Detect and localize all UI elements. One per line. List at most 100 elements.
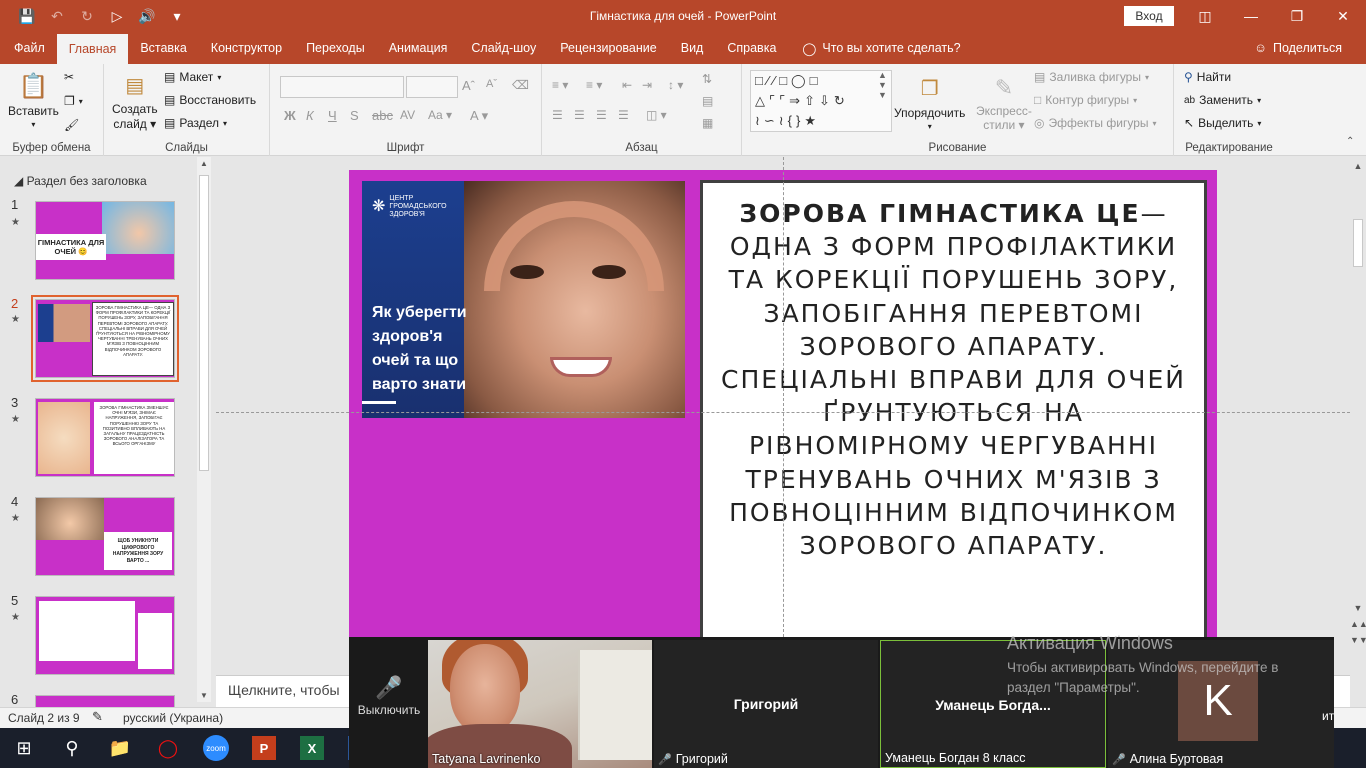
section-button[interactable]: ▤ Раздел ▾	[164, 116, 227, 130]
tab-design[interactable]: Конструктор	[199, 32, 294, 64]
align-right-icon[interactable]: ☰	[596, 108, 607, 122]
participant-tile-grigoriy[interactable]: Григорий 🎤 Григорий	[654, 640, 878, 768]
scroll-down-icon[interactable]: ▼	[1350, 603, 1366, 613]
format-painter-icon[interactable]: 🖌	[64, 118, 79, 132]
grow-font-icon[interactable]: Aˆ	[462, 78, 475, 93]
copy-icon[interactable]: ❐ ▾	[64, 94, 83, 108]
new-slide-button[interactable]: ▤ Создать слайд ▾	[112, 70, 158, 132]
participant-video-tatyana[interactable]: Tatyana Lavrinenko	[428, 640, 652, 768]
bullets-icon[interactable]: ≡ ▾	[552, 78, 568, 92]
justify-icon[interactable]: ☰	[618, 108, 629, 122]
zoom-app-icon[interactable]: zoom	[192, 728, 240, 768]
customize-toolbar-icon[interactable]: ▾	[164, 3, 190, 29]
increase-indent-icon[interactable]: ⇥	[642, 78, 652, 92]
redo-icon[interactable]: ↻	[74, 3, 100, 29]
numbering-icon[interactable]: ≡ ▾	[586, 78, 602, 92]
scrollbar-thumb[interactable]	[199, 175, 209, 471]
strikethrough-icon[interactable]: abc	[372, 108, 393, 123]
align-text-icon[interactable]: ▤	[702, 94, 713, 108]
smartart-icon[interactable]: ▦	[702, 116, 713, 130]
replace-button[interactable]: ab Заменить ▾	[1184, 93, 1261, 107]
decrease-indent-icon[interactable]: ⇤	[622, 78, 632, 92]
cut-icon[interactable]: ✂	[64, 70, 74, 84]
tab-review[interactable]: Рецензирование	[548, 32, 669, 64]
start-from-beginning-icon[interactable]: ▷	[104, 3, 130, 29]
restore-icon[interactable]: ❐	[1274, 0, 1320, 32]
align-left-icon[interactable]: ☰	[552, 108, 563, 122]
share-button[interactable]: ☺ Поделиться	[1254, 32, 1342, 64]
close-icon[interactable]: ✕	[1320, 0, 1366, 32]
collapse-ribbon-icon[interactable]: ⌃	[1346, 136, 1354, 147]
clear-formatting-icon[interactable]: ⌫	[512, 78, 529, 92]
shape-effects-button[interactable]: ◎ Эффекты фигуры ▾	[1034, 116, 1157, 130]
scroll-up-icon[interactable]: ▲	[197, 159, 211, 168]
spellcheck-icon[interactable]: ✎	[92, 709, 103, 725]
tab-insert[interactable]: Вставка	[128, 32, 198, 64]
opera-icon[interactable]: ◯	[144, 728, 192, 768]
quick-styles-button[interactable]: ✎ Экспресс- стили ▾	[976, 72, 1032, 133]
line-spacing-icon[interactable]: ↕ ▾	[668, 78, 683, 92]
search-icon[interactable]: ⚲	[48, 728, 96, 768]
next-slide-icon[interactable]: ▼▼	[1350, 635, 1366, 645]
login-button[interactable]: Вход	[1124, 6, 1174, 26]
language-indicator[interactable]: русский (Украина)	[123, 711, 223, 725]
file-explorer-icon[interactable]: 📁	[96, 728, 144, 768]
tab-help[interactable]: Справка	[715, 32, 788, 64]
slide-scrollbar[interactable]: ▲ ▼ ▲▲ ▼▼	[1350, 157, 1366, 707]
find-button[interactable]: ⚲ Найти	[1184, 70, 1231, 84]
underline-icon[interactable]: Ч	[328, 108, 337, 123]
tab-home[interactable]: Главная	[56, 34, 129, 64]
undo-icon[interactable]: ↶	[44, 3, 70, 29]
slide-thumbnail-1[interactable]: ГІМНАСТИКА ДЛЯ ОЧЕЙ 😊	[35, 201, 175, 280]
slide-thumbnail-5[interactable]	[35, 596, 175, 675]
powerpoint-icon[interactable]: P	[240, 728, 288, 768]
tell-me-search[interactable]: ◯ Что вы хотите сделать?	[788, 32, 960, 64]
columns-icon[interactable]: ◫ ▾	[646, 108, 667, 122]
mute-button[interactable]: 🎤 Выключить	[349, 675, 429, 717]
section-header[interactable]: ◢ Раздел без заголовка	[14, 174, 147, 188]
align-center-icon[interactable]: ☰	[574, 108, 585, 122]
slide-thumbnail-4[interactable]: ЩОБ УНИКНУТИ ЦИФРОВОГО НАПРУЖЕННЯ ЗОРУ В…	[35, 497, 175, 576]
font-size-combo[interactable]	[406, 76, 458, 98]
slide-thumbnail-2[interactable]: ЗОРОВА ГІМНАСТИКА ЦЕ— ОДНА З ФОРМ ПРОФІЛ…	[31, 295, 179, 382]
speaker-icon[interactable]: 🔊	[134, 3, 160, 29]
slide-thumbnail-6[interactable]	[35, 695, 175, 707]
tab-file[interactable]: Файл	[0, 32, 57, 64]
shrink-font-icon[interactable]: Aˇ	[486, 78, 497, 90]
change-case-icon[interactable]: Aa ▾	[428, 108, 452, 122]
slide-text-box[interactable]: ЗОРОВА ГІМНАСТИКА ЦЕ— ОДНА З ФОРМ ПРОФІЛ…	[700, 180, 1207, 650]
select-button[interactable]: ↖ Выделить ▾	[1184, 116, 1261, 130]
ribbon-display-options-icon[interactable]: ◫	[1182, 0, 1228, 32]
slide-thumbnail-3[interactable]: ЗОРОВА ГІМНАСТИКА ЗМЕНШУЄ ОЧНІ М'ЯЗИ, ЗН…	[35, 398, 175, 477]
character-spacing-icon[interactable]: AV	[400, 108, 415, 122]
participant-tile-umanets[interactable]: Уманець Богда... Уманець Богдан 8 класс	[880, 640, 1106, 768]
scroll-up-icon[interactable]: ▲	[1350, 161, 1366, 171]
tab-slideshow[interactable]: Слайд-шоу	[459, 32, 548, 64]
shapes-scroll-icon[interactable]: ▲ ▼ ▼	[878, 70, 887, 100]
excel-icon[interactable]: X	[288, 728, 336, 768]
bold-icon[interactable]: Ж	[284, 108, 296, 123]
tab-animations[interactable]: Анимация	[377, 32, 460, 64]
shapes-gallery[interactable]: □∕∕□◯□ △⌜⌜⇒⇧⇩↻ ≀∽≀{}★	[750, 70, 892, 132]
arrange-button[interactable]: ❐ Упорядочить ▾	[894, 72, 965, 132]
font-name-combo[interactable]	[280, 76, 404, 98]
font-color-icon[interactable]: A ▾	[470, 108, 488, 124]
text-direction-icon[interactable]: ⇅	[702, 72, 712, 86]
shape-fill-button[interactable]: ▤ Заливка фигуры ▾	[1034, 70, 1149, 84]
minimize-icon[interactable]: —	[1228, 0, 1274, 32]
shape-outline-button[interactable]: □ Контур фигуры ▾	[1034, 93, 1137, 107]
italic-icon[interactable]: К	[306, 108, 314, 123]
scrollbar-thumb[interactable]	[1353, 219, 1363, 267]
slide-image[interactable]: ❋ ЦЕНТР ГРОМАДСЬКОГО ЗДОРОВ'Я Як уберегти…	[362, 181, 685, 418]
tab-view[interactable]: Вид	[669, 32, 716, 64]
thumbnails-scrollbar[interactable]: ▲ ▼	[197, 157, 211, 702]
windows-start-icon[interactable]: ⊞	[0, 728, 48, 768]
save-icon[interactable]: 💾	[14, 3, 40, 29]
layout-button[interactable]: ▤ Макет ▾	[164, 70, 221, 84]
text-shadow-icon[interactable]: S	[350, 108, 359, 123]
vertical-guide[interactable]	[783, 157, 784, 637]
reset-button[interactable]: ▤ Восстановить	[164, 93, 256, 107]
tab-transitions[interactable]: Переходы	[294, 32, 377, 64]
paste-button[interactable]: 📋 Вставить ▾	[8, 70, 59, 130]
previous-slide-icon[interactable]: ▲▲	[1350, 619, 1366, 629]
